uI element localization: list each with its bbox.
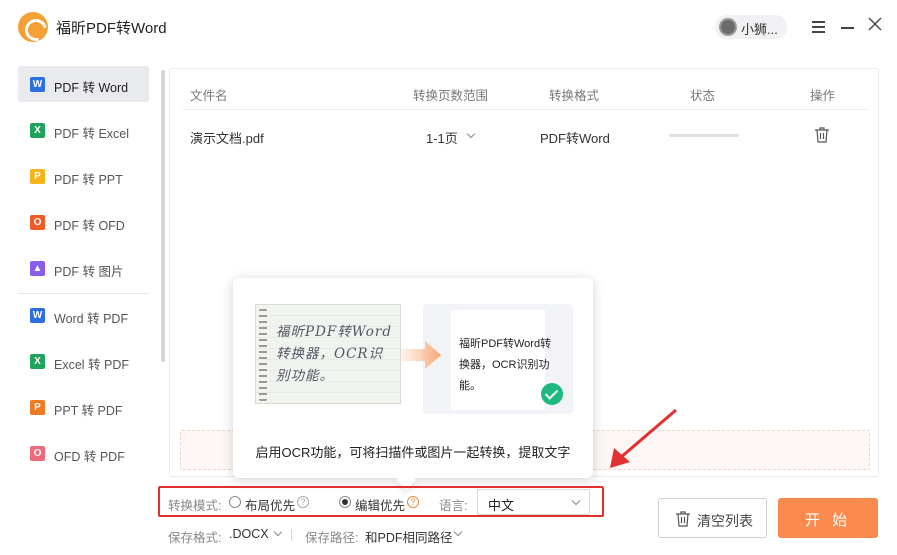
excel-pdf-icon: X	[30, 354, 45, 369]
sidebar-item-label: Excel 转 PDF	[54, 358, 130, 372]
save-path-label: 保存路径:	[305, 531, 359, 545]
sidebar-item-label: PPT 转 PDF	[54, 404, 123, 418]
sidebar-item-label: PDF 转 Excel	[54, 127, 130, 141]
column-header-range: 转换页数范围	[413, 89, 489, 103]
converted-doc-illustration: 福昕PDF转Word转换器，OCR识别功能。	[423, 304, 573, 414]
ppt-pdf-icon: P	[30, 400, 45, 415]
edit-first-radio[interactable]	[339, 496, 351, 508]
sidebar-item-label: PDF 转 OFD	[54, 219, 125, 233]
ofd-icon: O	[30, 215, 45, 230]
delete-file-icon[interactable]	[814, 126, 830, 144]
scanned-text: 福昕PDF转Word转换器，OCR识别功能。	[276, 324, 392, 384]
sidebar-item[interactable]: ▲ PDF 转 图片	[18, 250, 149, 286]
edit-first-label[interactable]: 编辑优先	[355, 495, 405, 514]
start-button[interactable]: 开 始	[778, 498, 878, 538]
ppt-icon: P	[30, 169, 45, 184]
column-header-status: 状态	[690, 89, 716, 103]
annotation-arrow-icon	[610, 408, 677, 468]
sidebar-item[interactable]: X Excel 转 PDF	[18, 343, 149, 379]
app-title: 福昕PDF转Word	[56, 20, 167, 37]
ocr-caption: 启用OCR功能，可将扫描件或图片一起转换，提取文字	[255, 445, 571, 460]
help-icon[interactable]: ?	[297, 496, 309, 508]
arrow-right-icon	[401, 341, 441, 369]
word-icon: W	[30, 77, 45, 92]
check-icon	[541, 383, 563, 405]
save-path-select[interactable]: 和PDF相同路径	[365, 527, 453, 546]
sidebar-item[interactable]: O OFD 转 PDF	[18, 435, 149, 471]
sidebar-item-label: PDF 转 图片	[54, 265, 124, 279]
sidebar-item[interactable]: P PDF 转 PPT	[18, 158, 149, 194]
app-logo-icon	[18, 12, 48, 42]
page-range-value: 1-1页	[426, 131, 458, 146]
sidebar-item-label: PDF 转 PPT	[54, 173, 123, 187]
avatar	[719, 18, 737, 36]
language-select[interactable]: 中文	[477, 489, 590, 515]
save-format-value: .DOCX	[229, 527, 269, 541]
start-label: 开 始	[804, 512, 852, 529]
scanned-page-illustration: 福昕PDF转Word转换器，OCR识别功能。	[255, 304, 401, 404]
chevron-down-icon	[571, 496, 581, 506]
trash-icon	[676, 511, 690, 527]
word-pdf-icon: W	[30, 308, 45, 323]
convert-format: PDF转Word	[540, 131, 610, 146]
clear-list-button[interactable]: 清空列表	[658, 498, 767, 538]
column-header-name: 文件名	[190, 89, 228, 103]
column-header-action: 操作	[810, 89, 836, 103]
sidebar-item-label: PDF 转 Word	[54, 81, 129, 95]
chevron-down-icon	[453, 527, 463, 537]
page-range-select[interactable]: 1-1页	[426, 128, 476, 147]
user-account[interactable]: 小狮...	[715, 15, 787, 39]
sidebar-scrollbar[interactable]	[161, 70, 165, 362]
save-path-value: 和PDF相同路径	[365, 531, 453, 545]
sidebar-item-label: OFD 转 PDF	[54, 450, 125, 464]
sidebar-item[interactable]: W PDF 转 Word	[18, 66, 149, 102]
notebook-spiral	[259, 309, 267, 401]
sidebar-item[interactable]: O PDF 转 OFD	[18, 204, 149, 240]
column-header-format: 转换格式	[549, 89, 600, 103]
ocr-tooltip: 福昕PDF转Word转换器，OCR识别功能。 福昕PDF转Word转换器，OCR…	[233, 278, 593, 490]
help-icon-orange[interactable]: ?	[407, 496, 419, 508]
image-icon: ▲	[30, 261, 45, 276]
save-format-select[interactable]: .DOCX	[229, 527, 269, 541]
excel-icon: X	[30, 123, 45, 138]
footer-divider	[291, 529, 292, 541]
status-progress-bar	[669, 134, 739, 137]
mode-label: 转换模式:	[168, 499, 222, 513]
sidebar-item[interactable]: W Word 转 PDF	[18, 297, 149, 333]
chevron-down-icon	[273, 527, 283, 537]
user-name: 小狮...	[741, 22, 778, 37]
menu-icon[interactable]	[810, 17, 828, 35]
save-format-label: 保存格式:	[168, 531, 222, 545]
layout-first-radio[interactable]	[229, 496, 241, 508]
sidebar-divider	[18, 293, 149, 294]
close-icon[interactable]	[866, 17, 884, 35]
sidebar-item[interactable]: P PPT 转 PDF	[18, 389, 149, 425]
minimize-icon[interactable]	[839, 17, 857, 35]
language-value: 中文	[488, 498, 515, 513]
title-bar: 福昕PDF转Word 小狮...	[0, 0, 897, 56]
ofd-pdf-icon: O	[30, 446, 45, 461]
clear-list-label: 清空列表	[697, 513, 753, 529]
file-name: 演示文档.pdf	[190, 131, 264, 146]
language-label: 语言:	[439, 499, 468, 513]
sidebar-item[interactable]: X PDF 转 Excel	[18, 112, 149, 148]
layout-first-label[interactable]: 布局优先	[245, 495, 295, 514]
sidebar-item-label: Word 转 PDF	[54, 312, 129, 326]
header-divider	[182, 109, 868, 110]
chevron-down-icon	[466, 129, 476, 139]
